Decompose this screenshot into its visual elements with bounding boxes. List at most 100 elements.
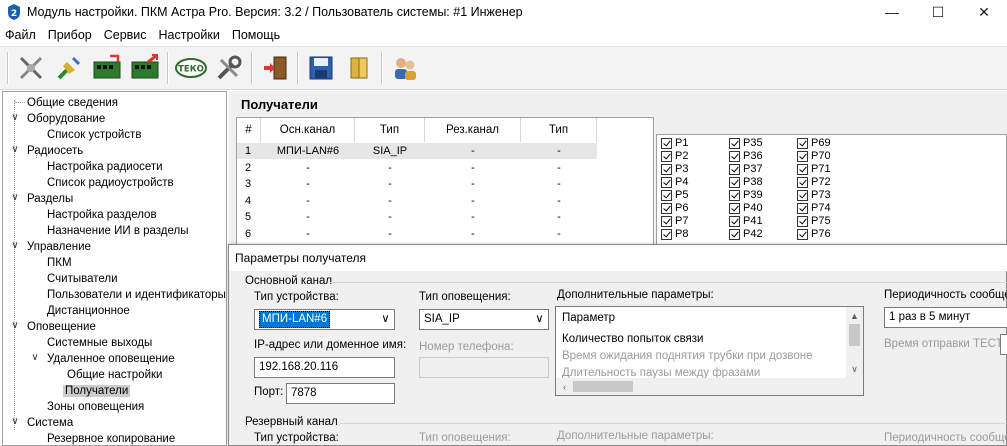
extra-params-list[interactable]: Параметр Количество попыток связи Время … (555, 306, 864, 396)
table-row[interactable]: 4---- (237, 193, 597, 209)
list-item[interactable]: Время ожидания поднятия трубки при дозво… (562, 350, 813, 362)
partition-checkbox[interactable]: P1 (661, 137, 688, 150)
minimize-button[interactable]: — (869, 0, 915, 24)
table-row[interactable]: 6---- (237, 226, 597, 242)
col-main-channel[interactable]: Осн.канал (261, 118, 355, 142)
menu-device[interactable]: Прибор (42, 25, 98, 45)
tools-button[interactable] (210, 49, 248, 87)
list-item[interactable]: Количество попыток связи (562, 333, 703, 345)
col-backup-channel[interactable]: Рез.канал (425, 118, 521, 142)
device-type-select[interactable]: МПИ-LAN#6 ∨ (254, 309, 395, 330)
tree-item-partition-settings[interactable]: Настройка разделов (35, 206, 159, 222)
partition-checkbox[interactable]: P4 (661, 176, 688, 189)
tree-item-remote[interactable]: Дистанционное (35, 302, 132, 318)
teko-button[interactable]: ТЕКО (172, 49, 210, 87)
scroll-down-icon[interactable]: ∨ (846, 361, 863, 378)
col-backup-type[interactable]: Тип (521, 118, 597, 142)
chevron-down-icon[interactable]: ∨ (10, 190, 20, 206)
tree-item-radionet-settings[interactable]: Настройка радиосети (35, 158, 165, 174)
tree-item-users-ids[interactable]: Пользователи и идентификаторы (35, 286, 226, 302)
menu-file[interactable]: Файл (0, 25, 42, 45)
tree-item-remote-notification[interactable]: ∨ Удаленное оповещение (27, 350, 177, 366)
tree-item-partitions[interactable]: ∨ Разделы (7, 190, 75, 206)
vertical-scrollbar[interactable]: ▲ ∨ (846, 307, 863, 395)
chevron-down-icon[interactable]: ∨ (531, 310, 548, 329)
partition-checkbox[interactable]: P7 (661, 215, 688, 228)
chevron-down-icon[interactable]: ∨ (10, 238, 20, 254)
chevron-down-icon[interactable]: ∨ (10, 318, 20, 334)
chevron-down-icon[interactable]: ∨ (10, 142, 20, 158)
save-button[interactable] (302, 49, 340, 87)
tree-item-receivers[interactable]: Получатели (55, 382, 131, 398)
chevron-down-icon[interactable]: ∨ (30, 350, 40, 366)
partition-checkbox[interactable]: P70 (797, 150, 831, 163)
notify-type-select[interactable]: SIA_IP ∨ (419, 309, 549, 330)
menu-service[interactable]: Сервис (98, 25, 153, 45)
tree-item-radionet[interactable]: ∨ Радиосеть (7, 142, 85, 158)
chevron-down-icon[interactable]: ∨ (377, 310, 394, 329)
scroll-up-icon[interactable]: ▲ (846, 307, 863, 324)
partition-checkbox[interactable]: P2 (661, 150, 688, 163)
scroll-left-icon[interactable]: ‹ (556, 378, 573, 395)
table-row[interactable]: 5---- (237, 209, 597, 225)
tree-item-readers[interactable]: Считыватели (35, 270, 120, 286)
partition-checkbox[interactable]: P8 (661, 228, 688, 241)
scroll-thumb[interactable] (849, 324, 860, 346)
partition-checkbox[interactable]: P6 (661, 202, 688, 215)
scroll-thumb[interactable] (573, 381, 633, 392)
col-type[interactable]: Тип (355, 118, 425, 142)
menu-settings[interactable]: Настройки (153, 25, 226, 45)
tree-item-notification-zones[interactable]: Зоны оповещения (35, 398, 146, 414)
tree-item-assign-ii[interactable]: Назначение ИИ в разделы (35, 222, 191, 238)
partition-checkbox[interactable]: P76 (797, 228, 831, 241)
disconnect-button[interactable] (12, 49, 50, 87)
close-button[interactable]: ✕ (961, 0, 1007, 24)
tree-item-general-settings[interactable]: Общие настройки (55, 366, 164, 382)
tree-item-general[interactable]: Общие сведения (15, 94, 120, 110)
partition-checkbox[interactable]: P38 (729, 176, 763, 189)
partition-checkbox[interactable]: P69 (797, 137, 831, 150)
open-button[interactable] (340, 49, 378, 87)
users-button[interactable] (386, 49, 424, 87)
tree-item-system-outputs[interactable]: Системные выходы (35, 334, 154, 350)
partition-checkbox[interactable]: P74 (797, 202, 831, 215)
tree-item-backup[interactable]: Резервное копирование (35, 430, 177, 445)
col-number[interactable]: # (237, 118, 261, 142)
tree-item-device-list[interactable]: Список устройств (35, 126, 143, 142)
menu-help[interactable]: Помощь (226, 25, 286, 45)
maximize-button[interactable]: ☐ (915, 0, 961, 24)
table-row[interactable]: 3---- (237, 176, 597, 192)
exit-button[interactable] (256, 49, 294, 87)
write-device-button[interactable] (126, 49, 164, 87)
ip-address-input[interactable]: 192.168.20.116 (254, 357, 395, 378)
tree-item-radio-devices[interactable]: Список радиоустройств (35, 174, 176, 190)
partition-checkbox[interactable]: P35 (729, 137, 763, 150)
partition-checkbox[interactable]: P41 (729, 215, 763, 228)
tree-item-notification[interactable]: ∨ Оповещение (7, 318, 98, 334)
partition-checkbox[interactable]: P72 (797, 176, 831, 189)
partition-checkbox[interactable]: P37 (729, 163, 763, 176)
chevron-down-icon[interactable]: ∨ (10, 110, 20, 126)
partition-checkbox[interactable]: P36 (729, 150, 763, 163)
test-time-input[interactable] (1000, 334, 1007, 355)
partition-checkbox[interactable]: P71 (797, 163, 831, 176)
table-row[interactable]: 1 МПИ-LAN#6 SIA_IP - - (237, 143, 597, 159)
period-select[interactable]: 1 раз в 5 минут (884, 307, 1007, 328)
read-device-button[interactable] (88, 49, 126, 87)
partition-checkbox[interactable]: P73 (797, 189, 831, 202)
phone-input[interactable] (419, 357, 549, 378)
partition-checkbox[interactable]: P75 (797, 215, 831, 228)
tree-item-system[interactable]: ∨ Система (7, 414, 75, 430)
partition-checkbox[interactable]: P5 (661, 189, 688, 202)
port-input[interactable]: 7878 (286, 383, 395, 404)
partition-checkbox[interactable]: P40 (729, 202, 763, 215)
partition-checkbox[interactable]: P42 (729, 228, 763, 241)
chevron-down-icon[interactable]: ∨ (10, 414, 20, 430)
partition-checkbox[interactable]: P39 (729, 189, 763, 202)
usb-connect-button[interactable] (50, 49, 88, 87)
horizontal-scrollbar[interactable]: ‹ (556, 378, 846, 395)
tree-item-pkm[interactable]: ПКМ (35, 254, 74, 270)
tree-item-equipment[interactable]: ∨ Оборудование (7, 110, 107, 126)
tree-item-control[interactable]: ∨ Управление (7, 238, 93, 254)
partition-checkbox[interactable]: P3 (661, 163, 688, 176)
